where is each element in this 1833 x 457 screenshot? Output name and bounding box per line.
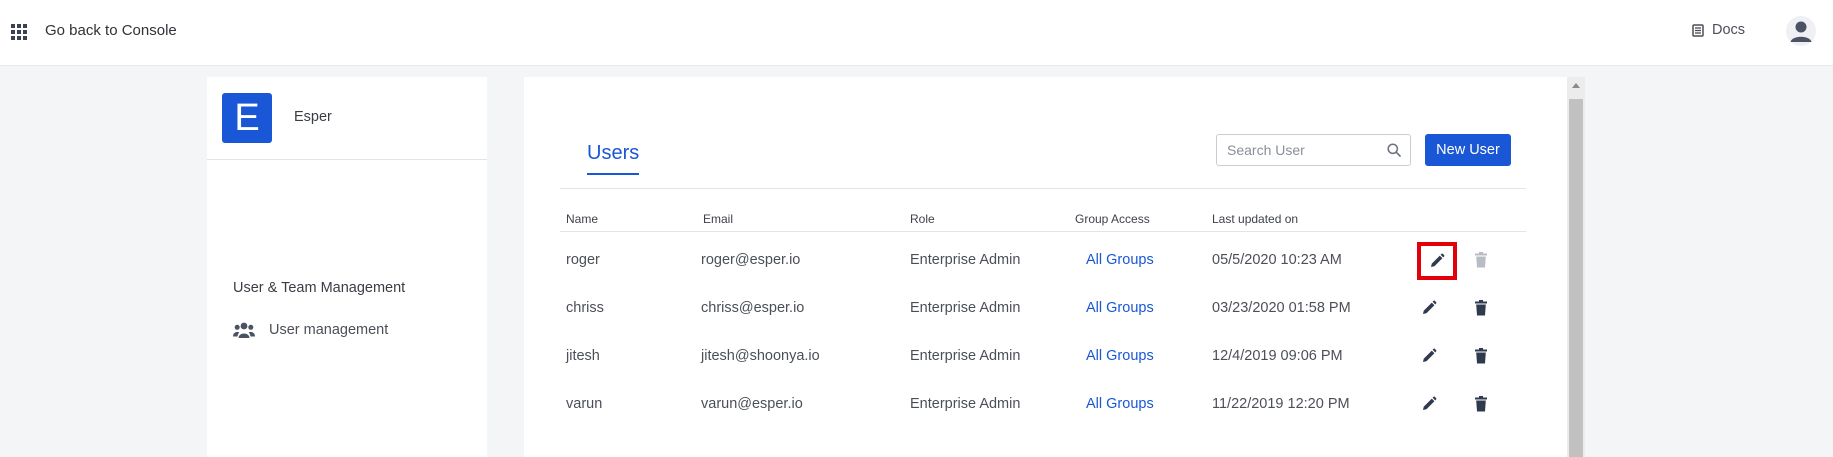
users-icon <box>233 322 255 338</box>
group-access-link[interactable]: All Groups <box>1086 298 1154 318</box>
docs-link[interactable]: Docs <box>1692 22 1745 38</box>
user-role: Enterprise Admin <box>910 396 1021 412</box>
user-email: varun@esper.io <box>701 396 803 412</box>
tab-users[interactable]: Users <box>587 142 640 175</box>
sidebar-divider <box>207 159 487 160</box>
edit-user-button[interactable] <box>1417 242 1457 280</box>
pencil-icon[interactable] <box>1421 300 1437 316</box>
pencil-icon[interactable] <box>1421 348 1437 364</box>
search-box <box>1216 134 1411 166</box>
new-user-button[interactable]: New User <box>1425 134 1511 166</box>
sidebar-section-title: User & Team Management <box>233 280 406 296</box>
docs-label: Docs <box>1712 22 1746 38</box>
scroll-up-arrow-icon[interactable] <box>1572 83 1580 88</box>
table-row: varun varun@esper.io Enterprise Admin Al… <box>524 394 1567 450</box>
pencil-icon <box>1431 253 1445 267</box>
pencil-icon[interactable] <box>1421 396 1437 412</box>
table-header-divider <box>560 231 1526 232</box>
column-header-name: Name <box>566 212 599 226</box>
user-name: varun <box>566 396 603 412</box>
group-access-link[interactable]: All Groups <box>1086 346 1154 366</box>
last-updated: 11/22/2019 12:20 PM <box>1212 396 1350 412</box>
sidebar-item-label: User management <box>269 322 389 338</box>
grid-icon[interactable] <box>11 24 27 40</box>
user-email: chriss@esper.io <box>701 300 805 316</box>
column-header-group-access: Group Access <box>1075 212 1150 226</box>
last-updated: 12/4/2019 09:06 PM <box>1212 348 1343 364</box>
user-name: chriss <box>566 300 604 316</box>
user-avatar-icon[interactable] <box>1786 16 1816 46</box>
trash-icon[interactable] <box>1474 300 1488 316</box>
book-icon <box>1692 23 1704 37</box>
group-access-link[interactable]: All Groups <box>1086 250 1154 270</box>
column-header-last-updated: Last updated on <box>1212 212 1299 226</box>
trash-icon[interactable] <box>1474 396 1488 412</box>
user-name: jitesh <box>566 348 600 364</box>
users-panel: Users New User Name Email Role Group Acc… <box>524 77 1567 457</box>
group-access-link[interactable]: All Groups <box>1086 394 1154 414</box>
user-role: Enterprise Admin <box>910 348 1021 364</box>
user-role: Enterprise Admin <box>910 252 1021 268</box>
back-to-console-link[interactable]: Go back to Console <box>45 22 177 39</box>
user-email: roger@esper.io <box>701 252 801 268</box>
trash-icon-disabled[interactable] <box>1474 252 1488 268</box>
column-header-email: Email <box>703 212 734 226</box>
last-updated: 03/23/2020 01:58 PM <box>1212 300 1351 316</box>
column-header-role: Role <box>910 212 935 226</box>
last-updated: 05/5/2020 10:23 AM <box>1212 252 1342 268</box>
user-email: jitesh@shoonya.io <box>701 348 820 364</box>
sidebar-item-user-management[interactable]: User management <box>233 319 388 341</box>
search-icon[interactable] <box>1387 143 1401 157</box>
scrollbar[interactable] <box>1567 77 1585 457</box>
org-name: Esper <box>294 109 332 125</box>
user-name: roger <box>566 252 600 268</box>
top-bar: Go back to Console Docs <box>0 0 1833 66</box>
sidebar: E Esper User & Team Management User mana… <box>207 77 487 457</box>
tabs-divider <box>560 188 1526 189</box>
user-role: Enterprise Admin <box>910 300 1021 316</box>
org-logo: E <box>222 93 272 143</box>
scrollbar-thumb[interactable] <box>1569 99 1583 457</box>
trash-icon[interactable] <box>1474 348 1488 364</box>
search-input[interactable] <box>1217 135 1387 165</box>
